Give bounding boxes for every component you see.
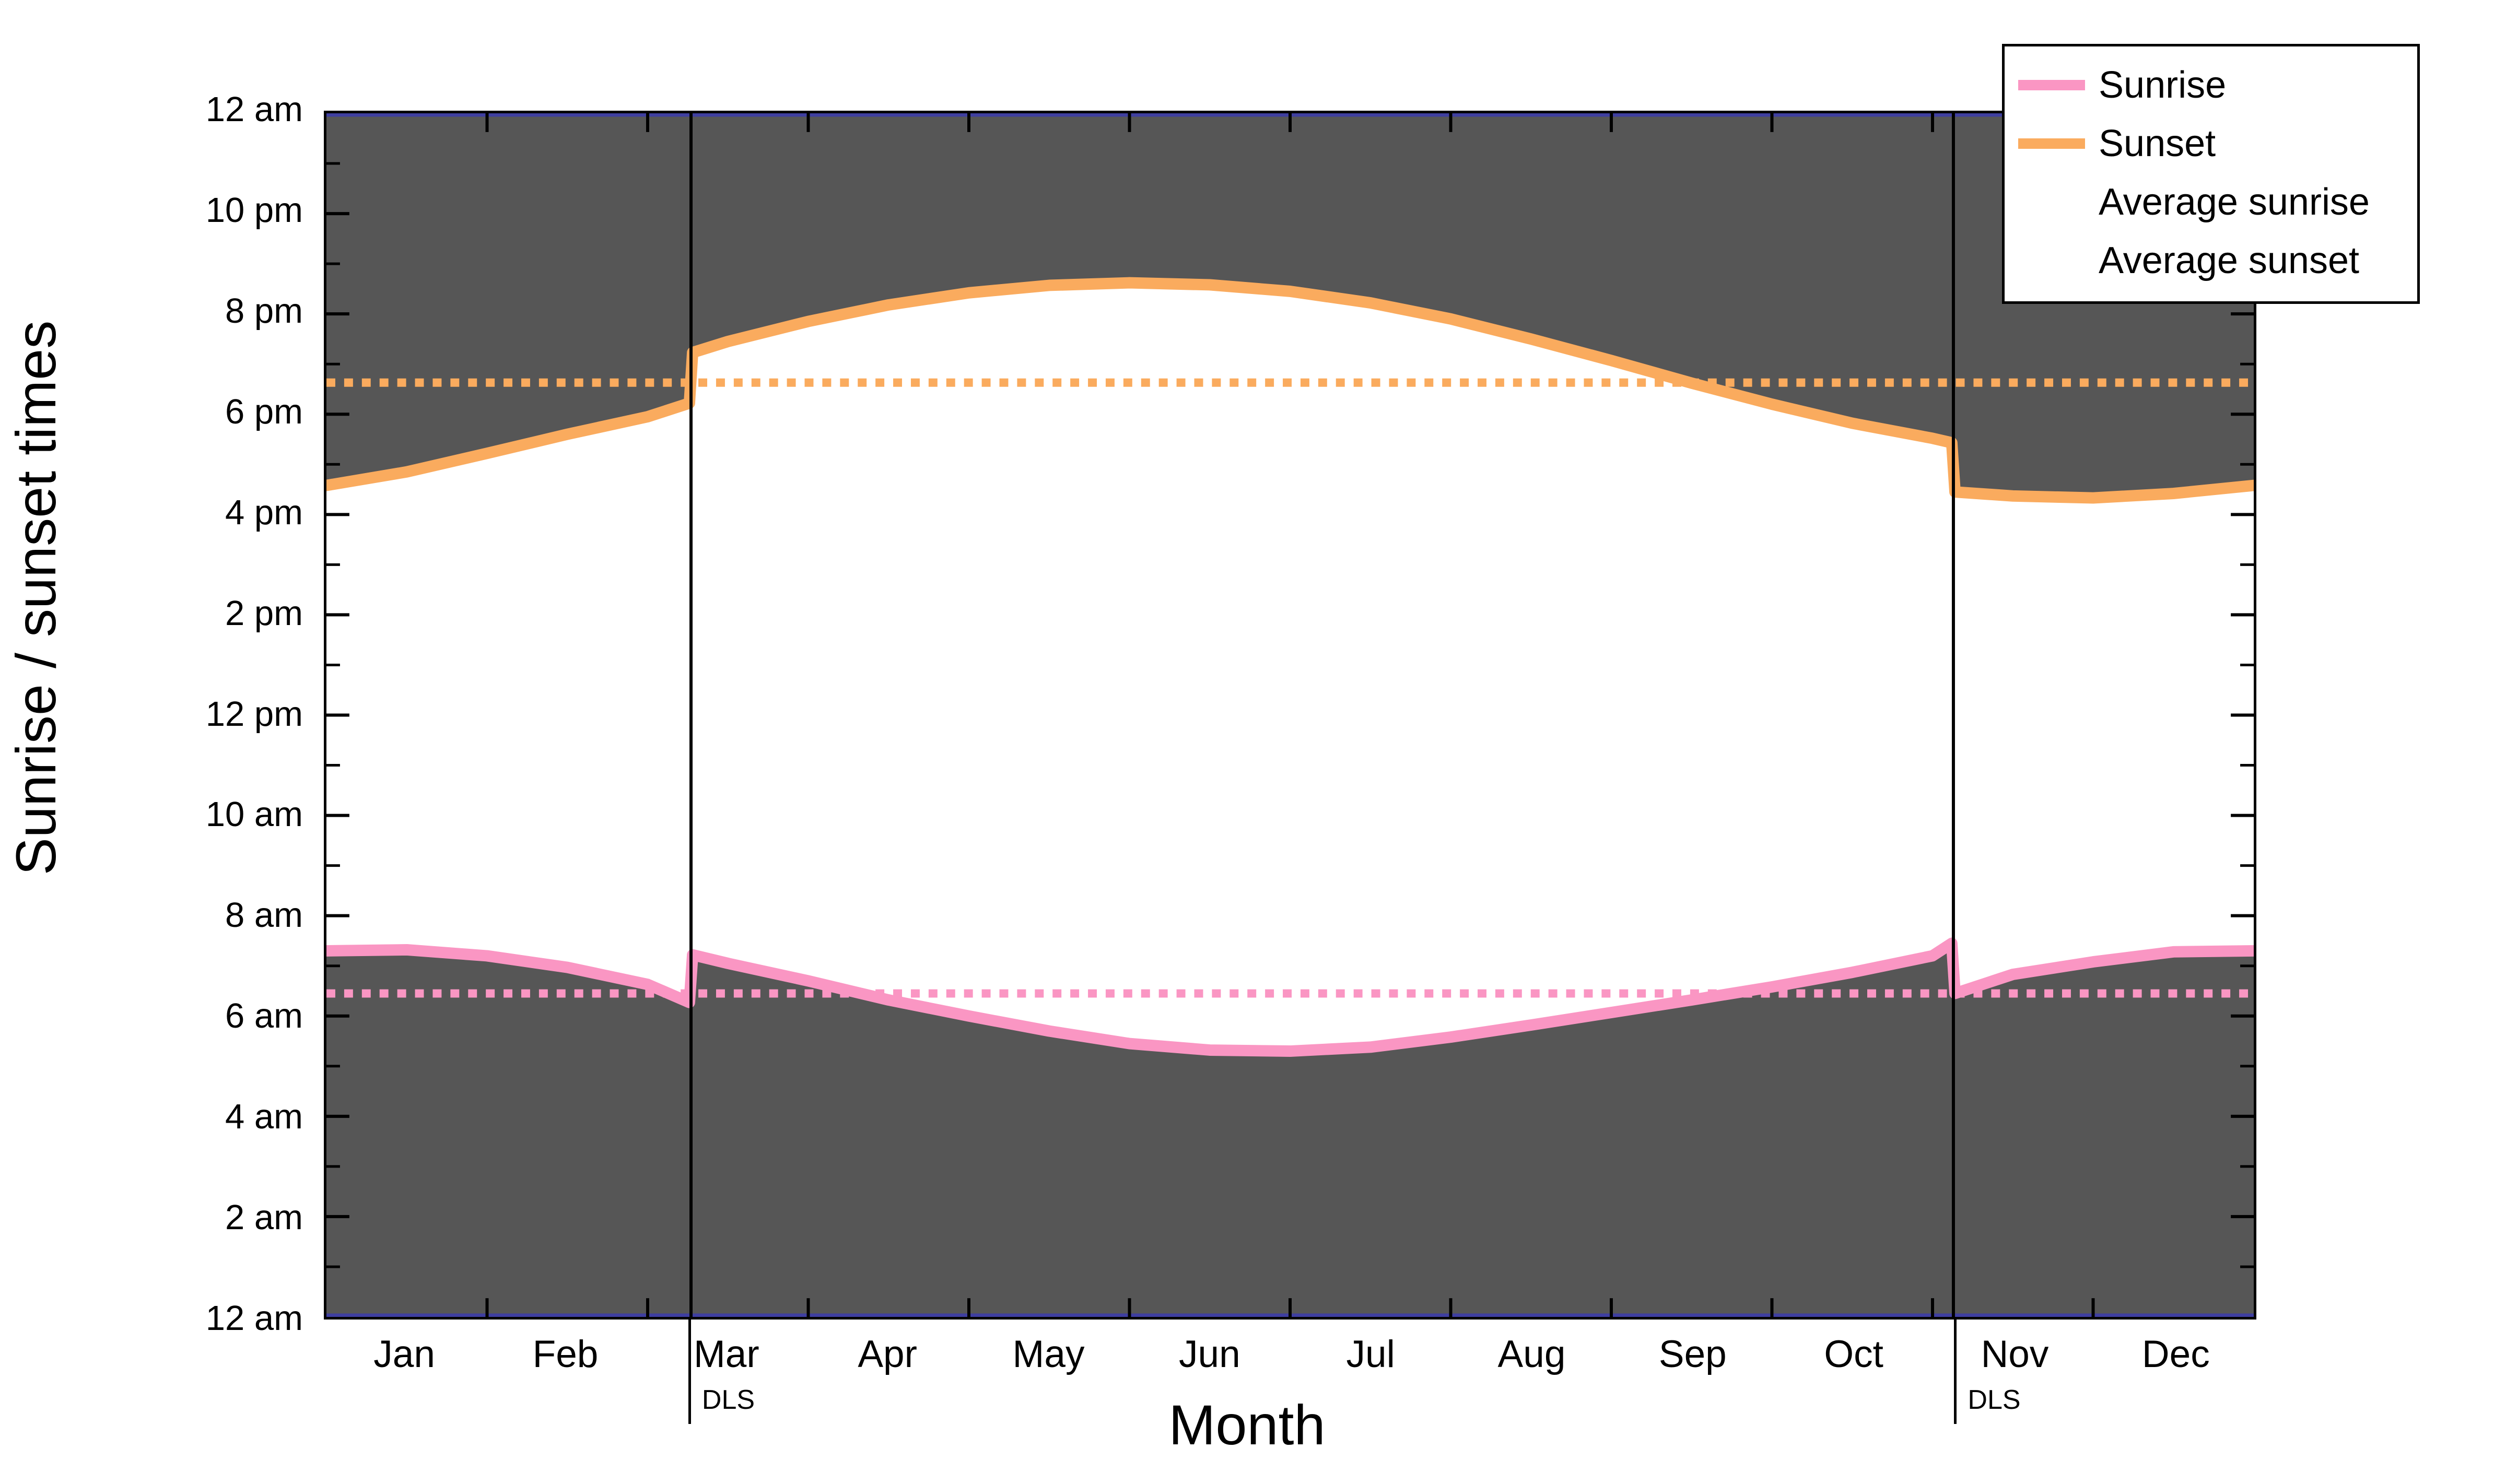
legend-item-label: Sunset [2099, 123, 2216, 164]
y-tick-label: 12 pm [205, 694, 303, 734]
y-tick-label: 10 pm [205, 190, 303, 230]
legend-item[interactable]: Sunrise [2018, 56, 2404, 114]
legend-item[interactable]: Sunset [2018, 114, 2404, 173]
x-tick-label: Sep [1658, 1333, 1727, 1375]
x-tick-label: Feb [532, 1333, 599, 1375]
y-axis-label: Sunrise / sunset times [4, 23, 76, 1172]
y-tick-label: 8 pm [225, 291, 303, 331]
legend-swatch-dotted-icon [2018, 197, 2085, 207]
chart-legend: Sunrise Sunset Average sunrise Average suns… [2002, 44, 2420, 304]
y-tick-label: 2 am [225, 1198, 303, 1238]
chart-root: Sunrise / sunset times 12 am 10 pm 8 pm 6 p… [0, 0, 2494, 1484]
x-tick-label: Jun [1178, 1333, 1240, 1375]
legend-item-label: Average sunset [2099, 240, 2360, 281]
y-axis-label-text: Sunrise / sunset times [4, 320, 67, 876]
night-region-evening [326, 113, 2254, 498]
x-tick-label: Nov [1981, 1333, 2049, 1375]
x-tick-label: Jan [373, 1333, 436, 1375]
x-tick-label: Dec [2141, 1333, 2210, 1375]
y-tick-label: 12 am [205, 90, 303, 129]
x-axis-label: Month [1168, 1393, 1326, 1456]
dls-right-label: DLS [1968, 1385, 2021, 1415]
y-tick-label: 4 am [225, 1097, 303, 1137]
y-tick-label: 10 am [205, 795, 303, 834]
night-region-morning [326, 943, 2254, 1317]
legend-item-label: Sunrise [2099, 64, 2227, 106]
legend-swatch-solid-icon [2018, 138, 2085, 149]
y-tick-label: 12 am [205, 1299, 303, 1338]
x-tick-label: Apr [858, 1333, 917, 1375]
x-tick-label: Aug [1497, 1333, 1566, 1375]
chart-canvas [326, 113, 2254, 1317]
dls-right-tick-line [1954, 1320, 1957, 1424]
legend-swatch-solid-icon [2018, 80, 2085, 90]
y-tick-label: 8 am [225, 896, 303, 935]
dls-left-label: DLS [701, 1385, 755, 1415]
legend-item[interactable]: Average sunset [2018, 231, 2404, 290]
y-tick-label: 6 am [225, 996, 303, 1036]
x-tick-label: May [1012, 1333, 1085, 1375]
y-tick-label: 4 pm [225, 492, 303, 532]
y-tick-label: 6 pm [225, 392, 303, 431]
y-tick-label: 2 pm [225, 593, 303, 633]
legend-swatch-dotted-icon [2018, 256, 2085, 265]
legend-item-label: Average sunrise [2099, 181, 2370, 223]
dls-left-tick-line [688, 1320, 691, 1424]
x-tick-label: Mar [693, 1333, 759, 1375]
x-tick-label: Jul [1346, 1333, 1395, 1375]
x-tick-label: Oct [1824, 1333, 1883, 1375]
legend-item[interactable]: Average sunrise [2018, 173, 2404, 231]
plot-area [324, 111, 2256, 1320]
